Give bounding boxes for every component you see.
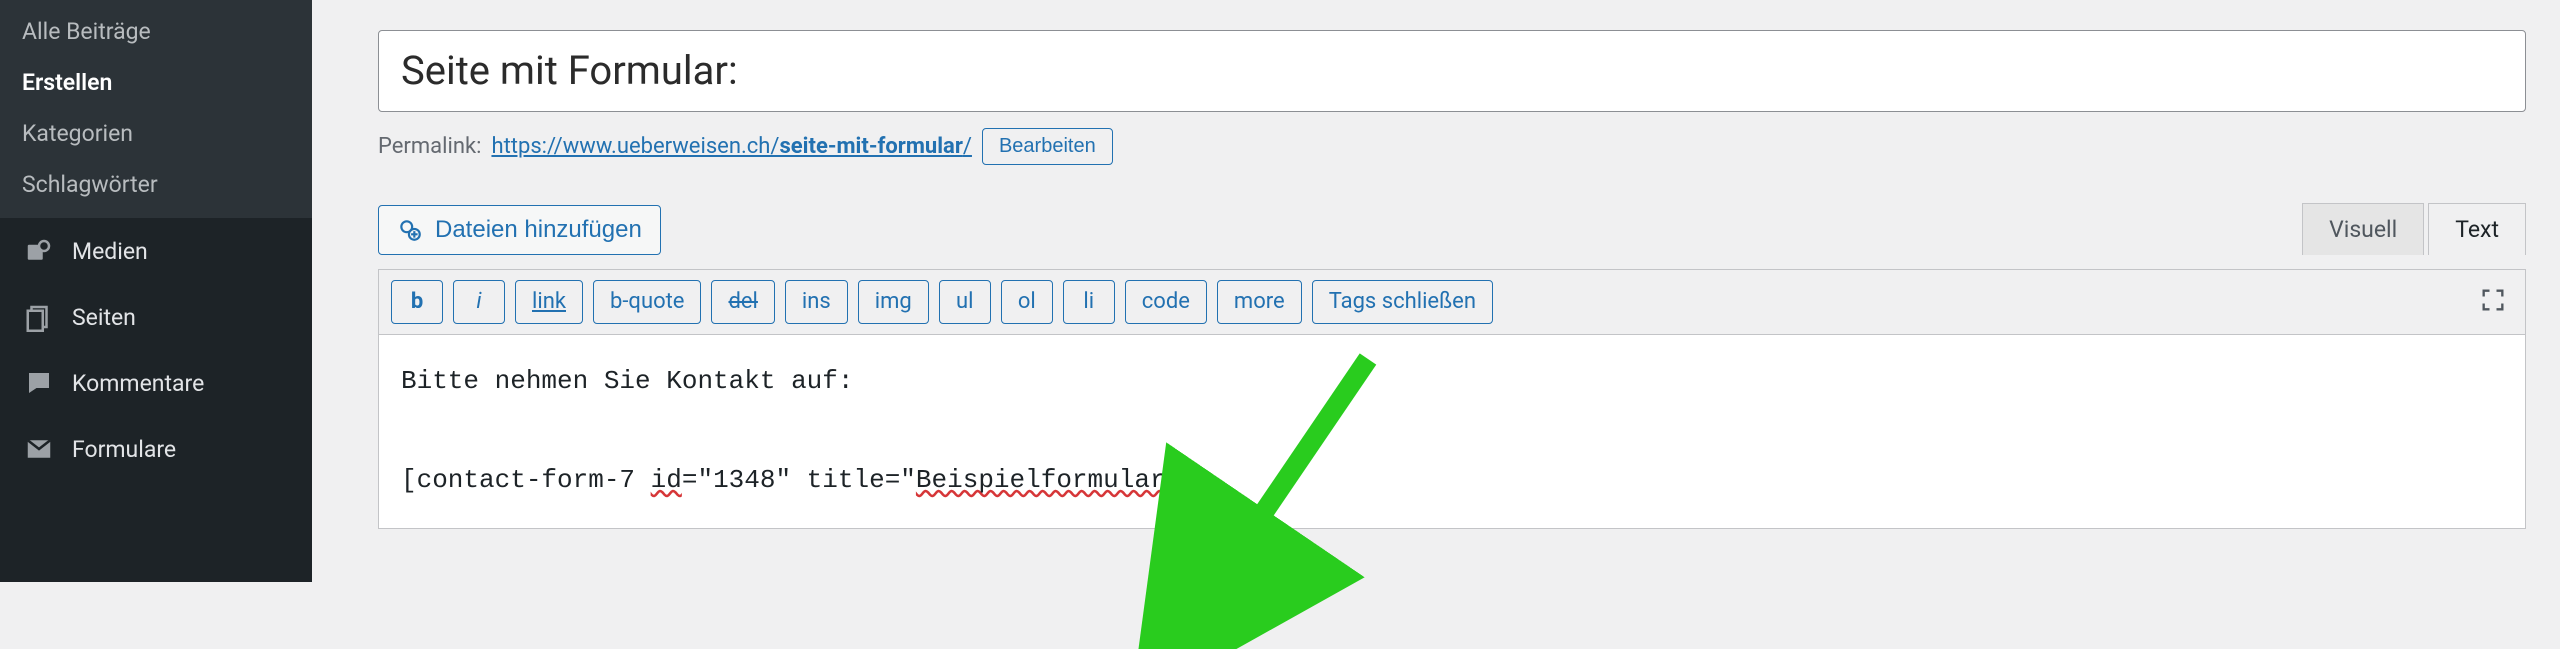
sidebar-item-label: Medien bbox=[72, 238, 290, 265]
tool-ul[interactable]: ul bbox=[939, 280, 991, 324]
submenu-item-tags[interactable]: Schlagwörter bbox=[0, 159, 312, 210]
sidebar-item-label: Kommentare bbox=[72, 370, 290, 397]
sidebar-item-pages[interactable]: Seiten bbox=[0, 284, 312, 350]
sidebar-item-label: Formulare bbox=[72, 436, 290, 463]
posts-submenu: Alle Beiträge Erstellen Kategorien Schla… bbox=[0, 0, 312, 218]
comments-icon bbox=[22, 368, 56, 398]
tool-bquote[interactable]: b-quote bbox=[593, 280, 701, 324]
permalink-base: https://www.ueberweisen.ch/ bbox=[491, 134, 779, 159]
sidebar-item-forms[interactable]: Formulare bbox=[0, 416, 312, 482]
permalink-label: Permalink: bbox=[378, 134, 481, 159]
editor-tabs: Visuell Text bbox=[2302, 203, 2526, 255]
tab-text[interactable]: Text bbox=[2428, 203, 2526, 255]
content-line-1: Bitte nehmen Sie Kontakt auf: bbox=[401, 366, 853, 396]
admin-sidebar: Alle Beiträge Erstellen Kategorien Schla… bbox=[0, 0, 312, 582]
tool-italic[interactable]: i bbox=[453, 280, 505, 324]
submenu-item-all-posts[interactable]: Alle Beiträge bbox=[0, 6, 312, 57]
add-media-button[interactable]: Dateien hinzufügen bbox=[378, 205, 661, 255]
tool-ol[interactable]: ol bbox=[1001, 280, 1053, 324]
editor-main: Seite mit Formular: Permalink: https://w… bbox=[312, 0, 2560, 529]
fullscreen-icon[interactable] bbox=[2473, 280, 2513, 324]
tool-li[interactable]: li bbox=[1063, 280, 1115, 324]
tool-bold[interactable]: b bbox=[391, 280, 443, 324]
sidebar-item-label: Seiten bbox=[72, 304, 290, 331]
media-add-icon bbox=[397, 217, 423, 243]
tool-close-tags[interactable]: Tags schließen bbox=[1312, 280, 1493, 324]
tool-code[interactable]: code bbox=[1125, 280, 1207, 324]
sidebar-item-media[interactable]: Medien bbox=[0, 218, 312, 284]
submenu-item-categories[interactable]: Kategorien bbox=[0, 108, 312, 159]
post-title-input[interactable]: Seite mit Formular: bbox=[378, 30, 2526, 112]
content-line-2: [contact-form-7 id="1348" title="Beispie… bbox=[401, 465, 1197, 495]
tool-link[interactable]: link bbox=[515, 280, 583, 324]
media-tabs-row: Dateien hinzufügen Visuell Text bbox=[378, 203, 2526, 255]
editor-wrap: Dateien hinzufügen Visuell Text b i link… bbox=[378, 203, 2526, 529]
editor-toolbar: b i link b-quote del ins img ul ol li co… bbox=[379, 270, 2525, 335]
sidebar-item-comments[interactable]: Kommentare bbox=[0, 350, 312, 416]
media-icon bbox=[22, 236, 56, 266]
tool-more[interactable]: more bbox=[1217, 280, 1302, 324]
tool-del[interactable]: del bbox=[711, 280, 774, 324]
pages-icon bbox=[22, 302, 56, 332]
permalink-slug: seite-mit-formular bbox=[780, 134, 963, 159]
submenu-item-create[interactable]: Erstellen bbox=[0, 57, 312, 108]
permalink-row: Permalink: https://www.ueberweisen.ch/se… bbox=[378, 128, 2526, 165]
permalink-trail: / bbox=[963, 134, 972, 159]
tool-img[interactable]: img bbox=[858, 280, 929, 324]
tab-visual[interactable]: Visuell bbox=[2302, 203, 2424, 255]
add-media-label: Dateien hinzufügen bbox=[435, 216, 642, 244]
editor-box: b i link b-quote del ins img ul ol li co… bbox=[378, 269, 2526, 529]
tool-ins[interactable]: ins bbox=[785, 280, 848, 324]
text-caret bbox=[1197, 467, 1198, 495]
permalink-link[interactable]: https://www.ueberweisen.ch/seite-mit-for… bbox=[491, 134, 972, 159]
mail-icon bbox=[22, 434, 56, 464]
content-textarea[interactable]: Bitte nehmen Sie Kontakt auf: [contact-f… bbox=[379, 335, 2525, 527]
permalink-edit-button[interactable]: Bearbeiten bbox=[982, 128, 1113, 165]
